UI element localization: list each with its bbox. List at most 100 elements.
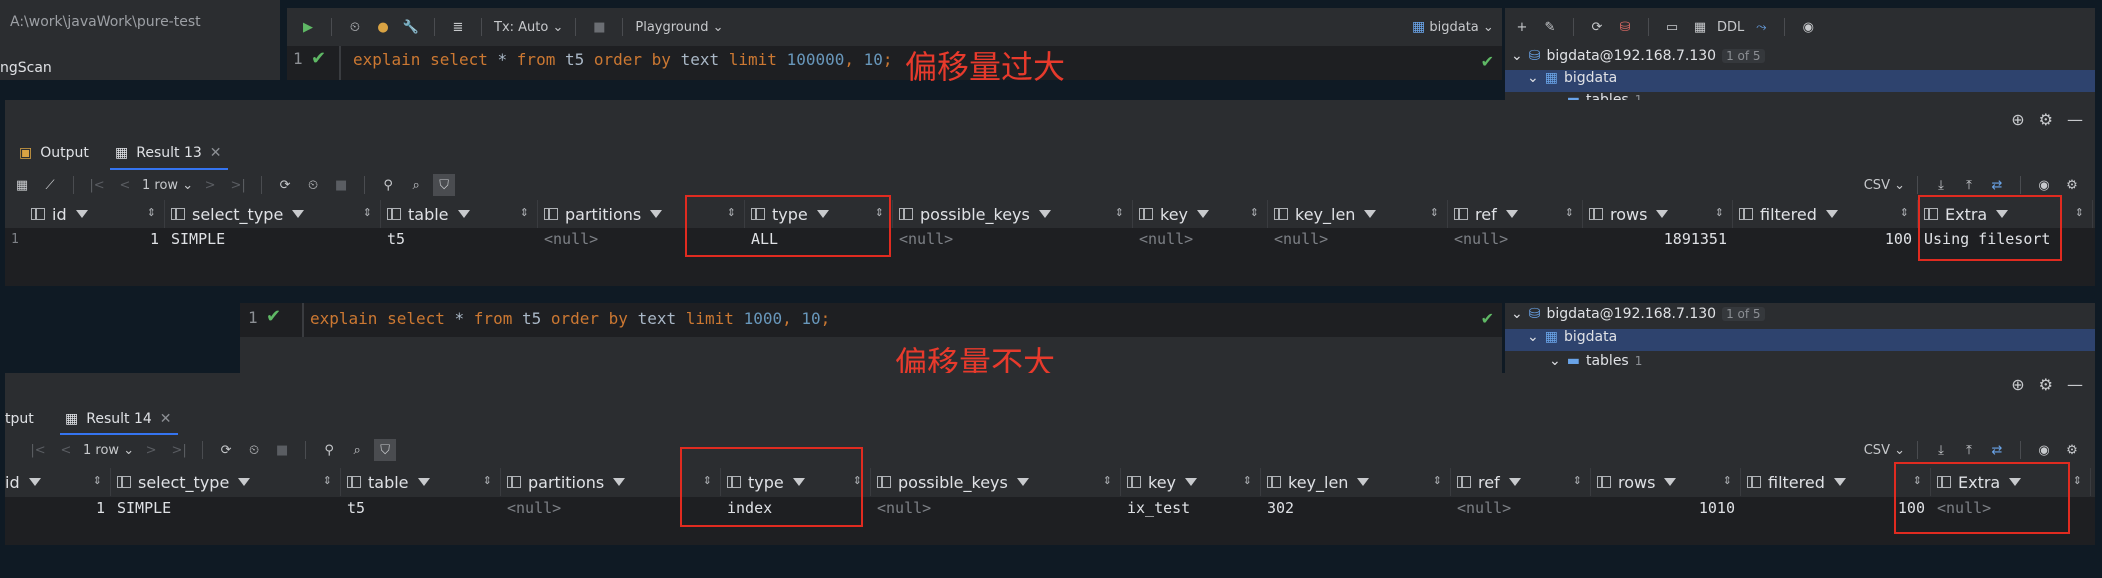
- tab-result[interactable]: ▦ Result 13 ✕: [115, 145, 222, 161]
- col-header-possible-keys[interactable]: possible_keys ⇕: [893, 200, 1133, 228]
- target-icon[interactable]: ⊕: [2011, 375, 2024, 394]
- table-row[interactable]: 1 SIMPLE t5 <null> index <null> ix_test …: [5, 497, 2095, 519]
- col-header-key-len[interactable]: key_len ⇕: [1268, 200, 1448, 228]
- first-page-icon[interactable]: |<: [27, 439, 49, 461]
- last-page-icon[interactable]: >|: [227, 174, 249, 196]
- connection-node[interactable]: ⌄ ⛁ bigdata@192.168.7.130 1 of 5: [1511, 306, 1765, 322]
- compare-icon[interactable]: ⇄: [1986, 439, 2008, 461]
- rows-dropdown[interactable]: 1 row ⌄: [142, 174, 193, 196]
- reload-icon[interactable]: ⟳: [274, 174, 296, 196]
- target-icon[interactable]: ⊕: [2011, 110, 2024, 129]
- col-header-key-len[interactable]: key_len ⇕: [1261, 468, 1451, 496]
- connection-node[interactable]: ⌄ ⛁ bigdata@192.168.7.130 1 of 5: [1511, 48, 1765, 64]
- minimize-icon[interactable]: —: [2067, 375, 2083, 394]
- gear-icon[interactable]: ⚙: [2061, 174, 2083, 196]
- col-header-possible-keys[interactable]: possible_keys ⇕: [871, 468, 1121, 496]
- col-header-table[interactable]: table ⇕: [341, 468, 501, 496]
- tables-node[interactable]: ⌄ ▬ tables 1: [1549, 92, 1642, 100]
- cell-key-len[interactable]: <null>: [1268, 228, 1448, 250]
- history-icon[interactable]: ⏲: [243, 439, 265, 461]
- pin-icon[interactable]: ●: [372, 16, 394, 38]
- eye-icon[interactable]: ◉: [2033, 174, 2055, 196]
- cell-table[interactable]: t5: [341, 497, 501, 519]
- col-header-rows[interactable]: rows ⇕: [1591, 468, 1741, 496]
- compare-icon[interactable]: ⇄: [1986, 174, 2008, 196]
- csv-dropdown[interactable]: CSV ⌄: [1864, 174, 1905, 196]
- cell-possible-keys[interactable]: <null>: [871, 497, 1121, 519]
- col-header-ref[interactable]: ref ⇕: [1451, 468, 1591, 496]
- chart-icon[interactable]: ⟋: [39, 174, 61, 196]
- ddl-button[interactable]: DDL: [1717, 16, 1744, 38]
- edit-icon[interactable]: ✎: [1539, 16, 1561, 38]
- history-icon[interactable]: ⏲: [302, 174, 324, 196]
- run-icon[interactable]: ▶: [297, 16, 319, 38]
- eye-icon[interactable]: ◉: [1797, 16, 1819, 38]
- close-icon[interactable]: ✕: [160, 411, 172, 427]
- stop-icon[interactable]: ■: [330, 174, 352, 196]
- rows-dropdown[interactable]: 1 row ⌄: [83, 439, 134, 461]
- editor-bottom[interactable]: 1 ✔ explain select * from t5 order by te…: [240, 303, 1502, 337]
- col-header-filtered[interactable]: filtered ⇕: [1733, 200, 1918, 228]
- refresh-icon[interactable]: ⟳: [1586, 16, 1608, 38]
- csv-dropdown[interactable]: CSV ⌄: [1864, 439, 1905, 461]
- cell-ref[interactable]: <null>: [1448, 228, 1583, 250]
- cell-table[interactable]: t5: [381, 228, 538, 250]
- grid-icon[interactable]: ▦: [11, 174, 33, 196]
- table-row[interactable]: 1 1 SIMPLE t5 <null> ALL <null> <null> <…: [5, 228, 2095, 250]
- cell-ref[interactable]: <null>: [1451, 497, 1591, 519]
- upload-icon[interactable]: ⤒: [1958, 174, 1980, 196]
- sql-query[interactable]: explain select * from t5 order by text l…: [353, 50, 893, 69]
- cell-key-len[interactable]: 302: [1261, 497, 1451, 519]
- cell-key[interactable]: <null>: [1133, 228, 1268, 250]
- col-header-select-type[interactable]: select_type ⇕: [111, 468, 341, 496]
- col-header-id[interactable]: id ⇕: [5, 468, 111, 496]
- filter-icon[interactable]: ⛉: [374, 439, 397, 461]
- datasource-dropdown[interactable]: ▦ bigdata ⌄: [1412, 16, 1494, 38]
- filter-icon[interactable]: ⛉: [433, 174, 456, 196]
- prev-page-icon[interactable]: <: [55, 439, 77, 461]
- tree-item[interactable]: ngScan: [0, 60, 52, 76]
- download-icon[interactable]: ⤓: [1930, 174, 1952, 196]
- history-icon[interactable]: ⏲: [344, 16, 366, 38]
- pin-icon[interactable]: ⚲: [377, 174, 399, 196]
- table-icon[interactable]: ▦: [1689, 16, 1711, 38]
- gear-icon[interactable]: ⚙: [2039, 375, 2053, 394]
- close-icon[interactable]: ✕: [210, 145, 222, 161]
- tab-result[interactable]: ▦ Result 14 ✕: [65, 411, 172, 427]
- layout-icon[interactable]: ≣: [447, 16, 469, 38]
- pin-icon[interactable]: ⚲: [318, 439, 340, 461]
- jump-icon[interactable]: ⤳: [1750, 16, 1772, 38]
- gear-icon[interactable]: ⚙: [2039, 110, 2053, 129]
- gear-icon[interactable]: ⚙: [2061, 439, 2083, 461]
- col-header-id[interactable]: id ⇕: [25, 200, 165, 228]
- cell-rows[interactable]: 1010: [1591, 497, 1741, 519]
- console-icon[interactable]: ▭: [1661, 16, 1683, 38]
- download-icon[interactable]: ⤓: [1930, 439, 1952, 461]
- stop-icon[interactable]: ■: [271, 439, 293, 461]
- next-page-icon[interactable]: >: [140, 439, 162, 461]
- cell-possible-keys[interactable]: <null>: [893, 228, 1133, 250]
- cell-id[interactable]: 1: [5, 497, 111, 519]
- wrench-icon[interactable]: 🔧: [400, 16, 422, 38]
- cell-select-type[interactable]: SIMPLE: [111, 497, 341, 519]
- playground-dropdown[interactable]: Playground ⌄: [635, 16, 723, 38]
- tab-output[interactable]: tput: [5, 411, 34, 427]
- sql-query[interactable]: explain select * from t5 order by text l…: [310, 309, 830, 328]
- search-icon[interactable]: ⌕: [346, 439, 368, 461]
- col-header-select-type[interactable]: select_type ⇕: [165, 200, 381, 228]
- db-stop-icon[interactable]: ⛁: [1614, 16, 1636, 38]
- stop-icon[interactable]: ■: [588, 16, 610, 38]
- next-page-icon[interactable]: >: [199, 174, 221, 196]
- reload-icon[interactable]: ⟳: [215, 439, 237, 461]
- schema-node[interactable]: ⌄ ▦ bigdata: [1527, 329, 1617, 345]
- upload-icon[interactable]: ⤒: [1958, 439, 1980, 461]
- first-page-icon[interactable]: |<: [86, 174, 108, 196]
- cell-key[interactable]: ix_test: [1121, 497, 1261, 519]
- prev-page-icon[interactable]: <: [114, 174, 136, 196]
- tx-mode-dropdown[interactable]: Tx: Auto ⌄: [494, 16, 563, 38]
- schema-node[interactable]: ⌄ ▦ bigdata: [1527, 70, 1617, 86]
- cell-select-type[interactable]: SIMPLE: [165, 228, 381, 250]
- tables-node[interactable]: ⌄ ▬ tables 1: [1549, 353, 1642, 369]
- minimize-icon[interactable]: —: [2067, 110, 2083, 129]
- eye-icon[interactable]: ◉: [2033, 439, 2055, 461]
